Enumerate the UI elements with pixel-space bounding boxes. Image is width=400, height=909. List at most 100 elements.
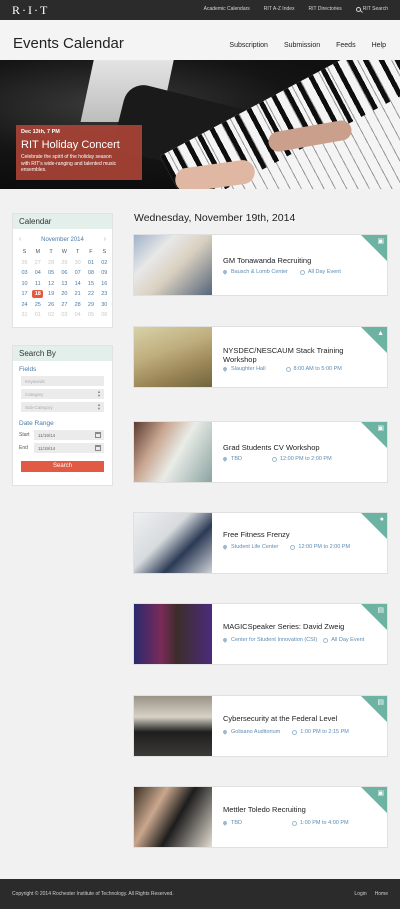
- az-index-link[interactable]: RIT A-Z Index: [264, 6, 295, 12]
- login-link[interactable]: Login: [354, 891, 366, 897]
- home-link[interactable]: Home: [375, 891, 388, 897]
- event-title[interactable]: Mettler Toledo Recruiting: [223, 805, 353, 814]
- calendar-day[interactable]: 25: [32, 301, 43, 309]
- calendar-day[interactable]: 11: [32, 280, 43, 288]
- calendar-day[interactable]: 07: [72, 269, 83, 277]
- event-card[interactable]: Free Fitness Frenzy Student Life Center …: [133, 512, 388, 574]
- calendar-day[interactable]: 13: [59, 280, 70, 288]
- search-button[interactable]: Search: [21, 461, 104, 472]
- calendar-day[interactable]: 01: [85, 259, 96, 267]
- featured-event-card[interactable]: Dec 13th, 7 PM RIT Holiday Concert Celeb…: [16, 125, 142, 180]
- directories-link[interactable]: RIT Directories: [309, 6, 342, 12]
- event-title[interactable]: NYSDEC/NESCAUM Stack Training Workshop: [223, 346, 353, 364]
- top-bar: R·I·T Academic Calendars RIT A-Z Index R…: [0, 0, 400, 20]
- calendar-day[interactable]: 31: [19, 311, 30, 319]
- event-card[interactable]: Cybersecurity at the Federal Level Golis…: [133, 695, 388, 757]
- calendar-day[interactable]: 15: [85, 280, 96, 288]
- calendar-day[interactable]: 08: [85, 269, 96, 277]
- calendar-day[interactable]: 04: [72, 311, 83, 319]
- calendar-day[interactable]: 17: [19, 290, 30, 298]
- calendar-day[interactable]: 01: [32, 311, 43, 319]
- calendar-day[interactable]: 03: [19, 269, 30, 277]
- nav-submission[interactable]: Submission: [284, 42, 320, 49]
- event-thumbnail: [134, 787, 212, 847]
- calendar-day[interactable]: 30: [99, 301, 110, 309]
- next-month-icon[interactable]: ›: [104, 236, 106, 243]
- header: Events Calendar Subscription Submission …: [0, 20, 400, 60]
- event-thumbnail: [134, 513, 212, 573]
- calendar-day[interactable]: 02: [46, 311, 57, 319]
- nav-help[interactable]: Help: [372, 42, 386, 49]
- event-title[interactable]: Free Fitness Frenzy: [223, 530, 353, 539]
- calendar-day[interactable]: 12: [46, 280, 57, 288]
- calendar-day[interactable]: 03: [59, 311, 70, 319]
- calendar-day[interactable]: 27: [59, 301, 70, 309]
- calendar-widget: Calendar ‹ November 2014 › S M T W T F S 26 27 28…: [12, 213, 113, 328]
- nav-subscription[interactable]: Subscription: [229, 42, 268, 49]
- category-placeholder: Category: [25, 392, 44, 397]
- hero-banner[interactable]: Dec 13th, 7 PM RIT Holiday Concert Celeb…: [0, 60, 400, 189]
- top-links: Academic Calendars RIT A-Z Index RIT Dir…: [204, 6, 388, 12]
- calendar-day[interactable]: 14: [72, 280, 83, 288]
- end-date-input[interactable]: 11/19/14: [34, 443, 104, 453]
- location-icon: [222, 820, 228, 826]
- calendar-day[interactable]: 20: [59, 290, 70, 298]
- calendar-icon[interactable]: [95, 432, 101, 438]
- calendar-day[interactable]: 29: [59, 259, 70, 267]
- event-card[interactable]: Mettler Toledo Recruiting TBD 1:00 PM to…: [133, 786, 388, 848]
- calendar-day[interactable]: 05: [85, 311, 96, 319]
- calendar-day[interactable]: 23: [99, 290, 110, 298]
- weekday-label: T: [76, 249, 80, 255]
- event-title[interactable]: Grad Students CV Workshop: [223, 443, 353, 452]
- clock-icon: [285, 366, 291, 372]
- calendar-day[interactable]: 09: [99, 269, 110, 277]
- category-select[interactable]: Category ▲ ▼: [21, 389, 104, 399]
- calendar-day[interactable]: 19: [46, 290, 57, 298]
- calendar-day[interactable]: 28: [46, 259, 57, 267]
- calendar-day[interactable]: 06: [59, 269, 70, 277]
- calendar-day-selected[interactable]: 18: [32, 290, 44, 298]
- briefcase-icon: ▣: [377, 790, 384, 797]
- event-time: All Day Event: [331, 637, 365, 643]
- calendar-day[interactable]: 26: [19, 259, 30, 267]
- rit-logo[interactable]: R·I·T: [12, 3, 49, 18]
- calendar-day[interactable]: 22: [85, 290, 96, 298]
- calendar-day[interactable]: 26: [46, 301, 57, 309]
- calendar-day[interactable]: 21: [72, 290, 83, 298]
- academic-calendars-link[interactable]: Academic Calendars: [204, 6, 250, 12]
- calendar-day[interactable]: 04: [32, 269, 43, 277]
- calendar-day[interactable]: 29: [85, 301, 96, 309]
- start-date-input[interactable]: 11/19/14: [34, 430, 104, 440]
- event-title[interactable]: MAGICSpeaker Series: David Zweig: [223, 622, 353, 631]
- select-arrows-icon: ▲ ▼: [97, 389, 101, 398]
- event-card[interactable]: Grad Students CV Workshop TBD 12:00 PM t…: [133, 421, 388, 483]
- event-thumbnail: [134, 422, 212, 482]
- event-title[interactable]: GM Tonawanda Recruiting: [223, 256, 353, 265]
- event-card[interactable]: NYSDEC/NESCAUM Stack Training Workshop S…: [133, 326, 388, 388]
- ball-icon: ●: [379, 516, 384, 523]
- rit-search-link[interactable]: RIT Search: [355, 6, 388, 12]
- calendar-day[interactable]: 24: [19, 301, 30, 309]
- keywords-input[interactable]: Keywords: [21, 376, 104, 386]
- calendar-day[interactable]: 10: [19, 280, 30, 288]
- event-card[interactable]: GM Tonawanda Recruiting Bausch & Lomb Ce…: [133, 234, 388, 296]
- calendar-day[interactable]: 06: [99, 311, 110, 319]
- calendar-day[interactable]: 27: [32, 259, 43, 267]
- event-time: 1:00 PM to 2:15 PM: [300, 729, 349, 735]
- subcategory-select[interactable]: Sub-Category ▲ ▼: [21, 402, 104, 412]
- event-card[interactable]: MAGICSpeaker Series: David Zweig Center …: [133, 603, 388, 665]
- event-location: TBD: [231, 456, 242, 462]
- search-icon: [355, 6, 361, 12]
- podium-icon: ▤: [377, 699, 384, 706]
- calendar-day[interactable]: 02: [99, 259, 110, 267]
- calendar-day[interactable]: 28: [72, 301, 83, 309]
- calendar-day[interactable]: 30: [72, 259, 83, 267]
- calendar-day[interactable]: 16: [99, 280, 110, 288]
- nav-feeds[interactable]: Feeds: [336, 42, 355, 49]
- prev-month-icon[interactable]: ‹: [19, 236, 21, 243]
- calendar-heading: Calendar: [13, 214, 112, 229]
- calendar-day[interactable]: 05: [46, 269, 57, 277]
- footer-links: Login Home: [354, 891, 388, 897]
- calendar-icon[interactable]: [95, 445, 101, 451]
- event-title[interactable]: Cybersecurity at the Federal Level: [223, 714, 353, 723]
